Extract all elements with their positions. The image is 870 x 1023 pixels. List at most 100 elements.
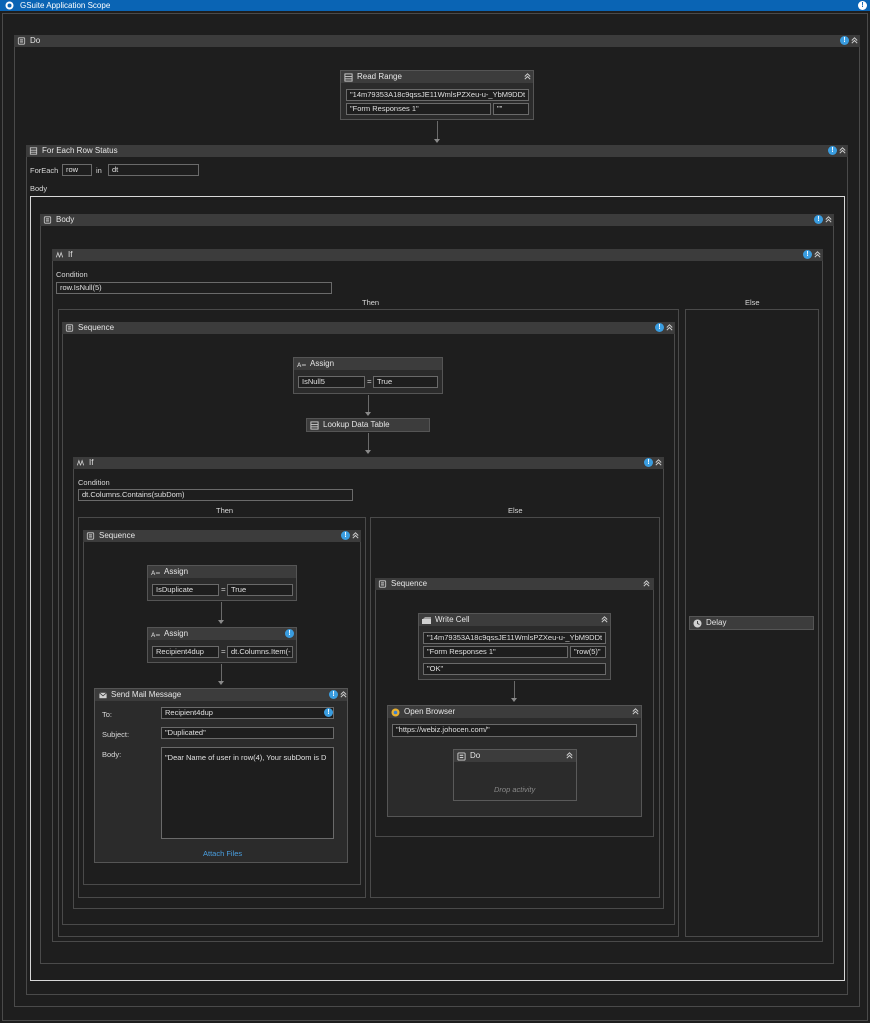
open-browser-header: Open Browser [388, 706, 641, 718]
warning-icon: ! [324, 708, 333, 717]
arrow-icon [218, 620, 224, 624]
open-browser-label: Open Browser [404, 707, 456, 716]
assign-to-field[interactable]: IsDuplicate [152, 584, 219, 596]
assign-label: Assign [164, 567, 189, 576]
collapse-icon[interactable] [642, 579, 651, 588]
foreach-collection-field[interactable]: dt [108, 164, 199, 176]
assign-isnull5-activity[interactable]: Assign IsNull5 = True [293, 357, 443, 394]
sheet-name-field[interactable]: "Form Responses 1" [346, 103, 491, 115]
then-sequence-label: Sequence [99, 531, 136, 540]
sequence-icon [65, 324, 74, 332]
spreadsheet-id-field[interactable]: "14m79353A18c9qssJE11WmlsPZXeu-u-_YbM9DD… [423, 632, 606, 644]
assign-icon [150, 630, 161, 639]
do-inner-activity[interactable]: Do Drop activity [453, 749, 577, 801]
write-cell-activity[interactable]: Write Cell "14m79353A18c9qssJE11WmlsPZXe… [418, 613, 611, 680]
else-label: Else [745, 298, 760, 307]
sequence-icon [457, 752, 466, 761]
then-sequence-header[interactable]: Sequence ! [83, 530, 361, 542]
sequence-icon [378, 580, 387, 588]
else-sequence-header[interactable]: Sequence [375, 578, 654, 590]
info-icon[interactable]: ! [285, 629, 294, 638]
info-icon[interactable]: ! [814, 215, 823, 224]
info-icon[interactable]: ! [803, 250, 812, 259]
collapse-icon[interactable] [523, 72, 532, 81]
info-icon[interactable]: ! [341, 531, 350, 540]
main-sequence-header[interactable]: Sequence ! [62, 322, 675, 334]
read-range-header: Read Range [341, 71, 533, 83]
foreach-label: For Each Row Status [42, 146, 118, 155]
assign-value-field[interactable]: True [373, 376, 438, 388]
if-inner-condition-field[interactable]: dt.Columns.Contains(subDom) [78, 489, 353, 501]
body-sequence-header[interactable]: Body ! [40, 214, 834, 226]
foreach-header[interactable]: For Each Row Status ! [26, 145, 848, 157]
attach-files-link[interactable]: Attach Files [203, 849, 242, 858]
assign-to-field[interactable]: IsNull5 [298, 376, 365, 388]
lookup-data-table-activity[interactable]: Lookup Data Table [306, 418, 430, 432]
connector [221, 602, 222, 620]
collapse-icon[interactable] [351, 531, 360, 540]
arrow-icon [511, 698, 517, 702]
collapse-icon[interactable] [339, 690, 348, 699]
info-icon[interactable]: ! [840, 36, 849, 45]
collapse-icon[interactable] [600, 615, 609, 624]
if-icon [76, 459, 85, 467]
assign-recipient-activity[interactable]: Assign ! Recipient4dup = dt.Columns.Item… [147, 627, 297, 663]
send-mail-activity[interactable]: Send Mail Message ! To: Recipient4dup ! … [94, 688, 348, 863]
collapse-icon[interactable] [850, 36, 859, 45]
equals-sign: = [221, 647, 226, 656]
collapse-icon[interactable] [631, 707, 640, 716]
info-icon[interactable]: ! [329, 690, 338, 699]
arrow-icon [365, 450, 371, 454]
in-keyword: in [96, 166, 102, 175]
read-range-activity[interactable]: Read Range "14m79353A18c9qssJE11WmlsPZXe… [340, 70, 534, 120]
cell-field[interactable]: "row(5)" [570, 646, 606, 658]
collapse-icon[interactable] [565, 751, 574, 760]
collapse-icon[interactable] [824, 215, 833, 224]
do-inner-label: Do [470, 751, 481, 760]
collapse-icon[interactable] [665, 323, 674, 332]
assign-value-field[interactable]: True [227, 584, 293, 596]
info-icon[interactable]: ! [655, 323, 664, 332]
foreach-item-field[interactable]: row [62, 164, 92, 176]
collapse-icon[interactable] [838, 146, 847, 155]
condition-label: Condition [56, 270, 88, 279]
drop-activity-placeholder[interactable]: Drop activity [494, 785, 535, 794]
do-label: Do [30, 36, 41, 45]
lookup-label: Lookup Data Table [323, 420, 390, 429]
if-outer-label: If [68, 250, 73, 259]
collapse-icon[interactable] [813, 250, 822, 259]
assign-header: Assign [148, 566, 296, 578]
range-field[interactable]: "" [493, 103, 529, 115]
write-cell-header: Write Cell [419, 614, 610, 626]
info-icon[interactable]: ! [858, 1, 867, 10]
collapse-icon[interactable] [654, 458, 663, 467]
delay-header: Delay [690, 617, 813, 629]
spreadsheet-id-field[interactable]: "14m79353A18c9qssJE11WmlsPZXeu-u-_YbM9DD… [346, 89, 529, 101]
subject-field[interactable]: "Duplicated" [161, 727, 334, 739]
delay-activity[interactable]: Delay [689, 616, 814, 630]
info-icon[interactable]: ! [828, 146, 837, 155]
sequence-icon [17, 37, 26, 45]
connector [368, 395, 369, 412]
delay-label: Delay [706, 618, 727, 627]
read-range-label: Read Range [357, 72, 402, 81]
url-field[interactable]: "https://webiz.johocen.com/" [392, 724, 637, 737]
assign-to-field[interactable]: Recipient4dup [152, 646, 219, 658]
connector [437, 121, 438, 139]
browser-icon [391, 708, 400, 717]
info-icon[interactable]: ! [644, 458, 653, 467]
assign-isduplicate-activity[interactable]: Assign IsDuplicate = True [147, 565, 297, 601]
equals-sign: = [367, 377, 372, 386]
assign-value-field[interactable]: dt.Columns.Item(- [227, 646, 293, 658]
do-header[interactable]: Do ! [14, 35, 860, 47]
if-inner-header[interactable]: If ! [73, 457, 664, 469]
if-outer-header[interactable]: If ! [52, 249, 823, 261]
sheet-name-field[interactable]: "Form Responses 1" [423, 646, 568, 658]
send-mail-header: Send Mail Message ! [95, 689, 347, 701]
if-outer-condition-field[interactable]: row.IsNull(5) [56, 282, 332, 294]
open-browser-activity[interactable]: Open Browser "https://webiz.johocen.com/… [387, 705, 642, 817]
body-field[interactable]: "Dear Name of user in row(4), Your subDo… [161, 747, 334, 839]
value-field[interactable]: "OK" [423, 663, 606, 675]
to-field[interactable]: Recipient4dup [161, 707, 334, 719]
connector [368, 433, 369, 450]
